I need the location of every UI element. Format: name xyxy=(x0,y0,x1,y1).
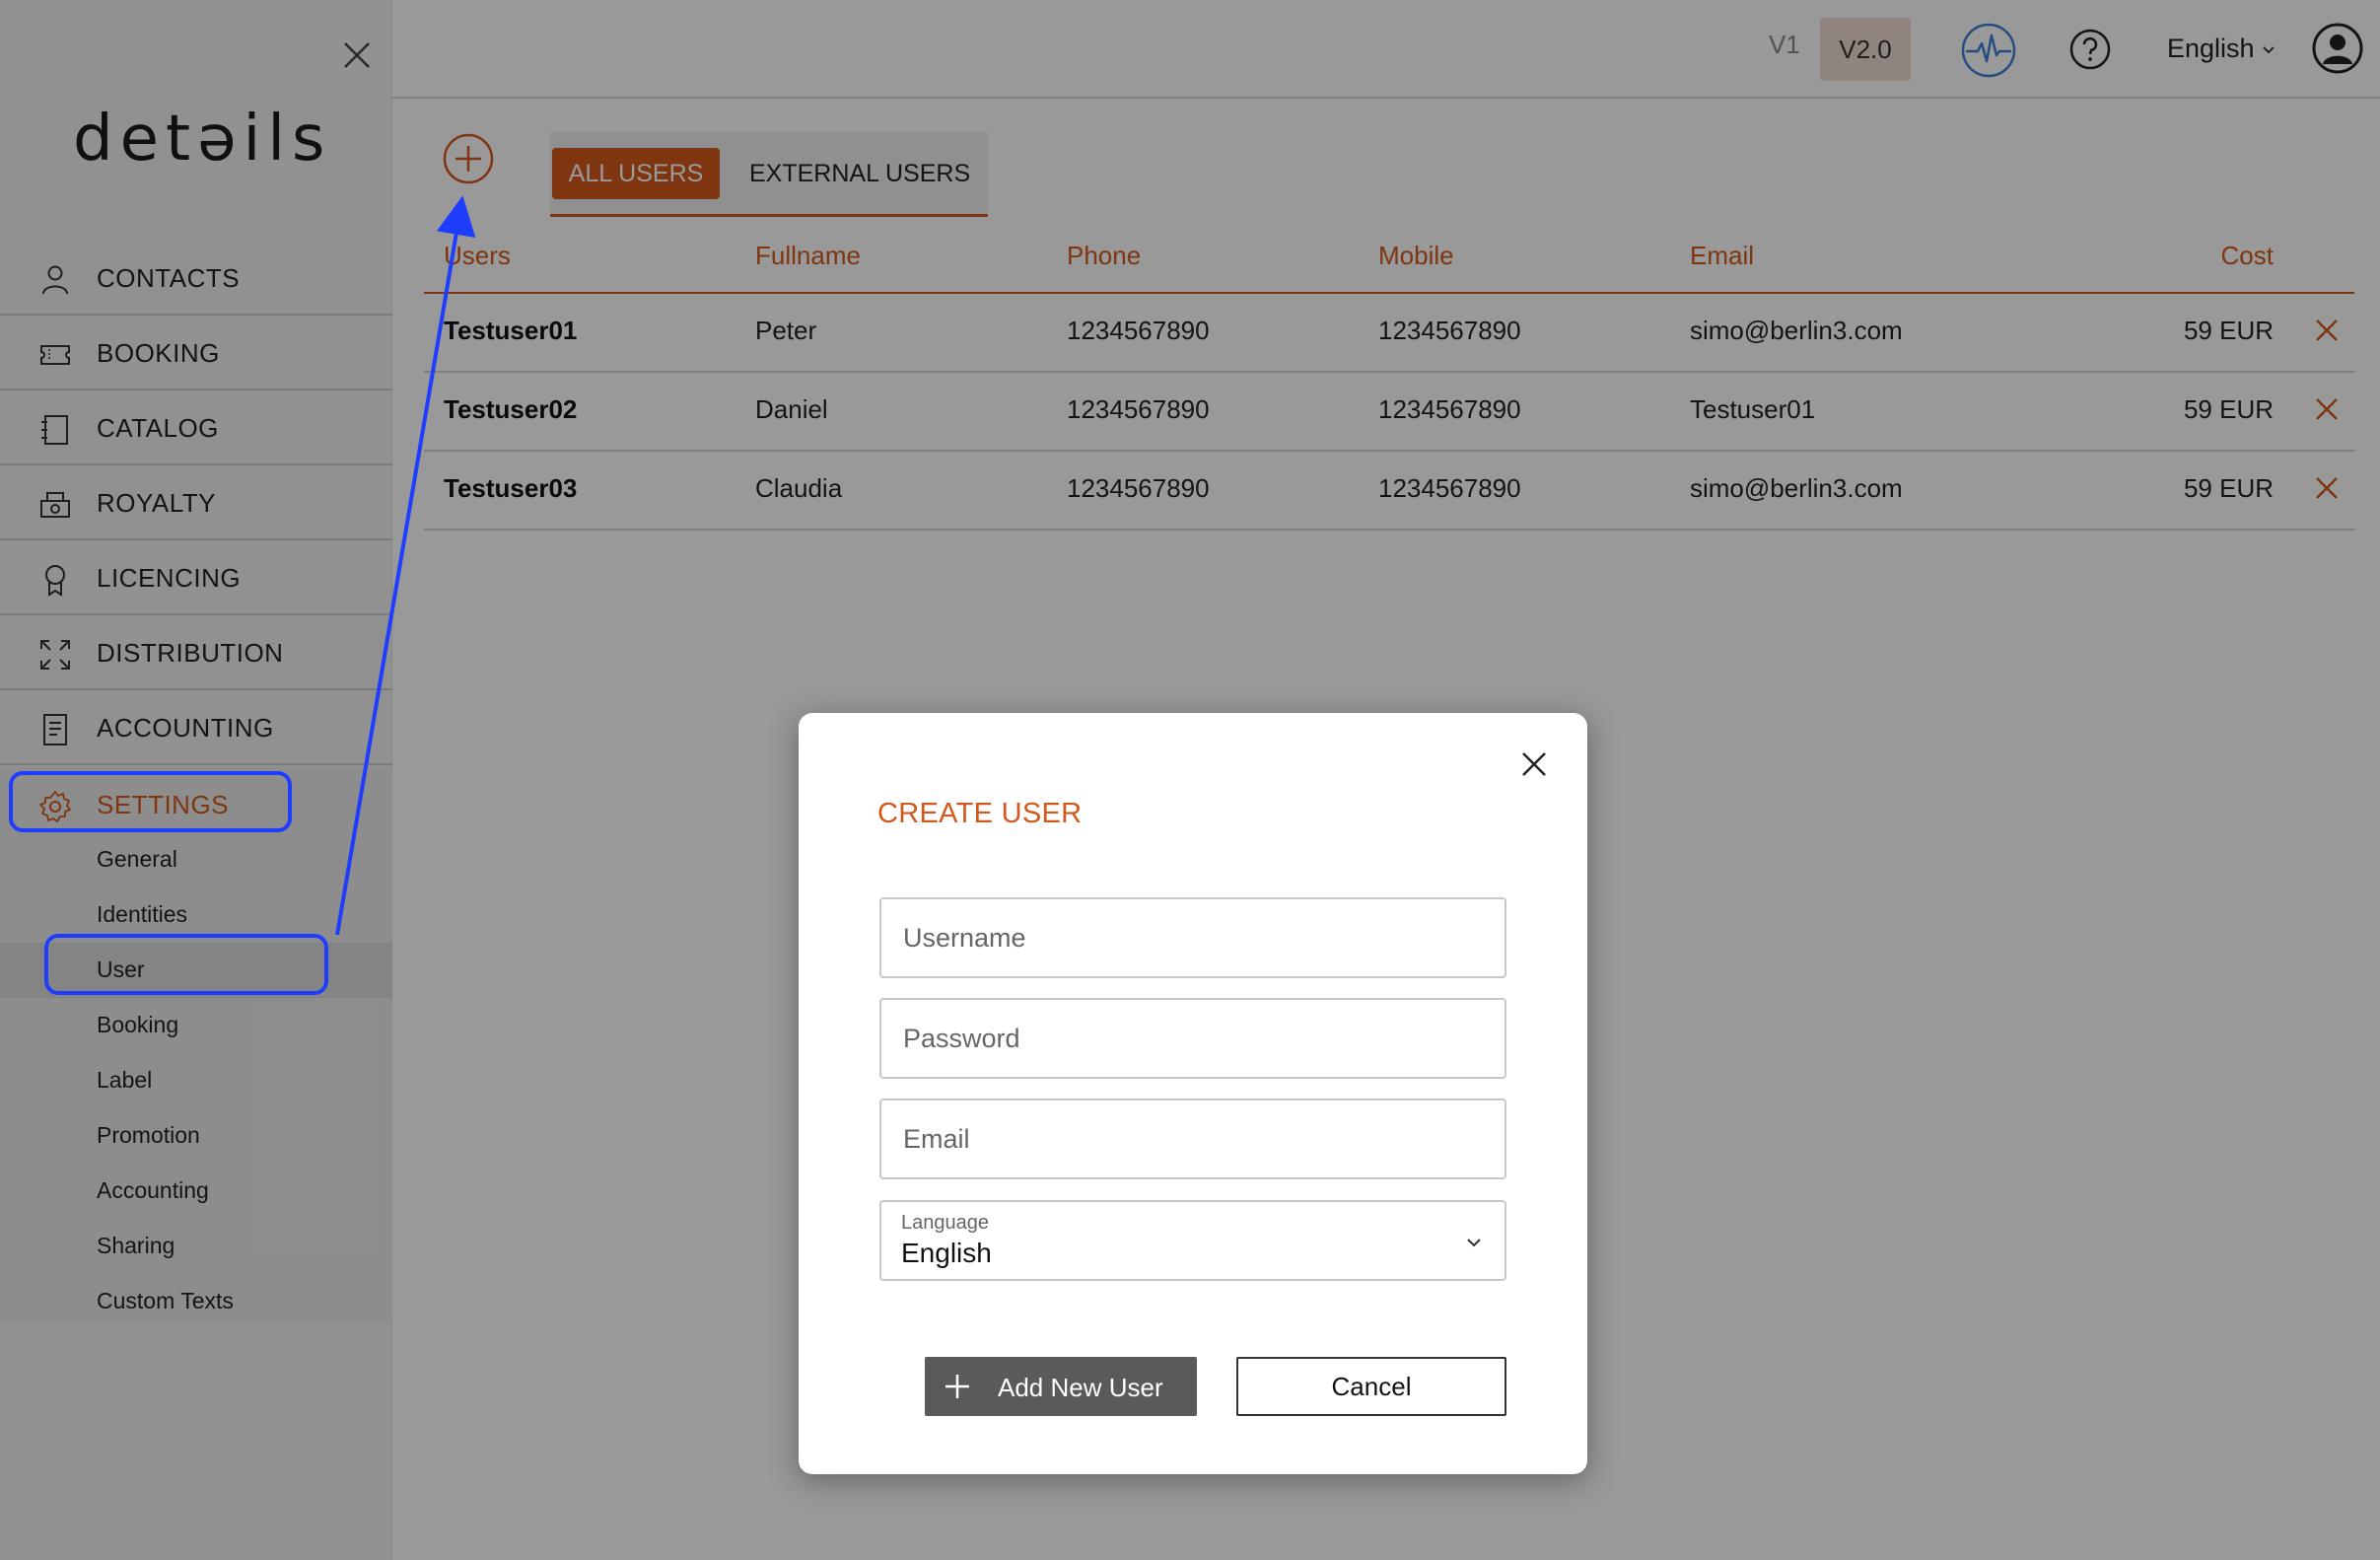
chevron-down-icon xyxy=(1467,1239,1481,1247)
close-icon[interactable] xyxy=(1516,746,1552,782)
language-field-value: English xyxy=(901,1238,992,1268)
modal-title: CREATE USER xyxy=(877,798,1083,829)
language-field-label: Language xyxy=(901,1212,989,1234)
username-field xyxy=(879,897,1506,978)
add-new-user-label: Add New User xyxy=(998,1373,1163,1402)
email-field xyxy=(879,1099,1506,1179)
create-user-modal: CREATE USER Language English Add New Use… xyxy=(799,713,1587,1474)
cancel-button[interactable]: Cancel xyxy=(1236,1357,1506,1416)
email-input[interactable] xyxy=(881,1100,1505,1177)
username-input[interactable] xyxy=(881,899,1505,976)
password-field xyxy=(879,998,1506,1079)
add-new-user-button[interactable]: Add New User xyxy=(925,1357,1197,1416)
plus-icon xyxy=(945,1375,969,1398)
password-input[interactable] xyxy=(881,1000,1505,1077)
language-select[interactable]: Language English xyxy=(879,1200,1506,1281)
